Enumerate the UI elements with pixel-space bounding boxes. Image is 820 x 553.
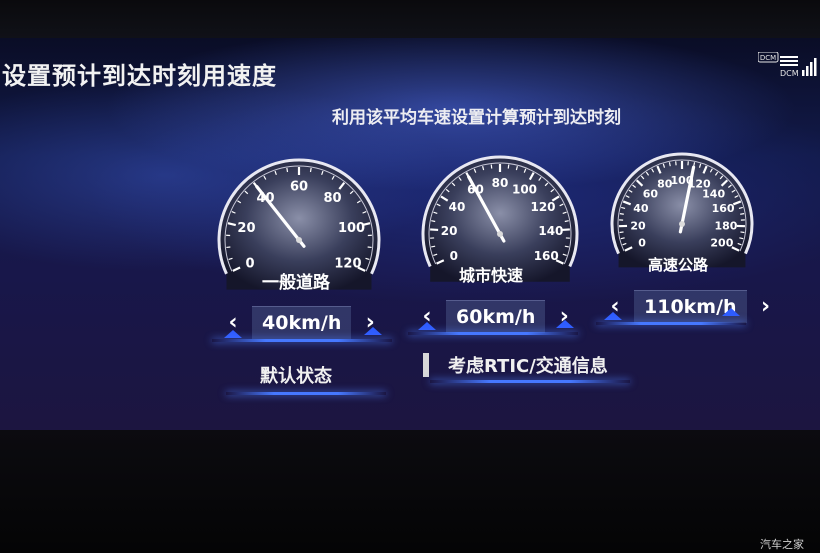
speed-value-urban-expressway: 60km/h bbox=[446, 300, 546, 333]
gauge-tick-label: 60 bbox=[643, 187, 659, 200]
gauge-minor-tick bbox=[619, 231, 624, 234]
gauge-tick-label: 180 bbox=[714, 219, 737, 232]
glow-underline bbox=[408, 332, 578, 335]
accent-triangle bbox=[556, 320, 574, 328]
gauge-tick-label: 60 bbox=[290, 180, 308, 195]
gauge-label-urban-expressway: 城市快速 bbox=[459, 266, 524, 285]
gauge-minor-tick bbox=[507, 164, 510, 169]
gauge-tick-label: 0 bbox=[638, 236, 646, 249]
gauge-tick-label: 40 bbox=[633, 202, 649, 215]
gauge-tick-label: 120 bbox=[334, 256, 361, 271]
top-bezel bbox=[0, 0, 820, 38]
accent-triangle bbox=[418, 322, 436, 330]
bottom-bezel bbox=[0, 430, 820, 553]
gauge-tick-label: 80 bbox=[323, 191, 341, 206]
gauge-minor-tick bbox=[564, 220, 569, 223]
gauge-tick-label: 160 bbox=[534, 249, 559, 263]
page-title: 设置预计到达时刻用速度 bbox=[2, 62, 277, 90]
gauge-label-general-road: 一般道路 bbox=[262, 273, 330, 293]
mode-rtic-indicator bbox=[423, 353, 429, 377]
speed-selector-urban-expressway: ‹ 60km/h › bbox=[416, 300, 575, 333]
gauge-tick-label: 140 bbox=[538, 224, 563, 238]
accent-triangle bbox=[604, 312, 622, 320]
watermark: 汽车之家 bbox=[760, 538, 804, 551]
gauge-tick-label: 0 bbox=[246, 256, 255, 271]
gauge-tick-label: 160 bbox=[712, 202, 735, 215]
gauge-minor-tick bbox=[564, 245, 569, 248]
gauge-label-highway: 高速公路 bbox=[648, 256, 709, 274]
speed-value-highway: 110km/h bbox=[634, 290, 747, 323]
gauge-minor-tick bbox=[490, 164, 493, 169]
gauge-needle-hub bbox=[296, 237, 302, 243]
gauge-major-tick bbox=[430, 228, 439, 232]
accent-triangle bbox=[224, 330, 242, 338]
glow-underline bbox=[212, 339, 392, 342]
mode-default-button[interactable]: 默认状态 bbox=[260, 362, 332, 388]
speed-selector-general-road: ‹ 40km/h › bbox=[222, 306, 381, 339]
gauge-minor-tick bbox=[431, 245, 436, 248]
accent-triangle bbox=[364, 327, 382, 335]
gauge-minor-tick bbox=[740, 231, 745, 234]
glow-underline bbox=[596, 322, 746, 325]
dcm-label: DCM bbox=[760, 54, 776, 62]
gauge-minor-tick bbox=[309, 167, 312, 173]
gauge-tick-label: 20 bbox=[441, 224, 458, 238]
gauge-minor-tick bbox=[619, 213, 624, 215]
dcm-signal-icon: DCM DCM bbox=[758, 52, 817, 78]
dcm-label-2: DCM bbox=[780, 69, 799, 78]
gauge-tick-label: 0 bbox=[450, 249, 458, 263]
gauge-tick-label: 120 bbox=[530, 200, 555, 214]
mode-rtic-button[interactable]: 考虑RTIC/交通信息 bbox=[448, 352, 608, 378]
gauge-tick-label: 140 bbox=[702, 187, 725, 200]
increase-speed-highway-button[interactable]: › bbox=[755, 295, 777, 318]
gauge-tick-label: 80 bbox=[492, 176, 509, 190]
gauge-minor-tick bbox=[668, 162, 671, 167]
gauge-minor-tick bbox=[431, 220, 436, 223]
gauge-tick-label: 200 bbox=[710, 236, 733, 249]
gauge-minor-tick bbox=[740, 213, 745, 215]
gauge-needle-hub bbox=[679, 221, 685, 227]
gauge-needle-hub bbox=[497, 231, 503, 237]
gauge-tick-label: 20 bbox=[237, 221, 255, 236]
photo-frame: 设置预计到达时刻用速度 DCM DCM 利用该平均车速设置计算预计到达时刻 0 2… bbox=[0, 0, 820, 553]
page-subtitle: 利用该平均车速设置计算预计到达时刻 bbox=[332, 108, 621, 128]
gauge-tick-label: 100 bbox=[512, 182, 537, 196]
gauge-tick-label: 40 bbox=[449, 200, 466, 214]
mode-default-underline bbox=[226, 392, 386, 395]
accent-triangle bbox=[722, 308, 740, 316]
gauge-tick-label: 20 bbox=[630, 219, 646, 232]
speed-value-general-road: 40km/h bbox=[252, 306, 352, 339]
gauge-minor-tick bbox=[286, 167, 289, 173]
speed-selector-highway: ‹ 110km/h › bbox=[604, 290, 777, 323]
mode-rtic-underline bbox=[430, 380, 630, 383]
gauge-tick-label: 100 bbox=[338, 221, 365, 236]
